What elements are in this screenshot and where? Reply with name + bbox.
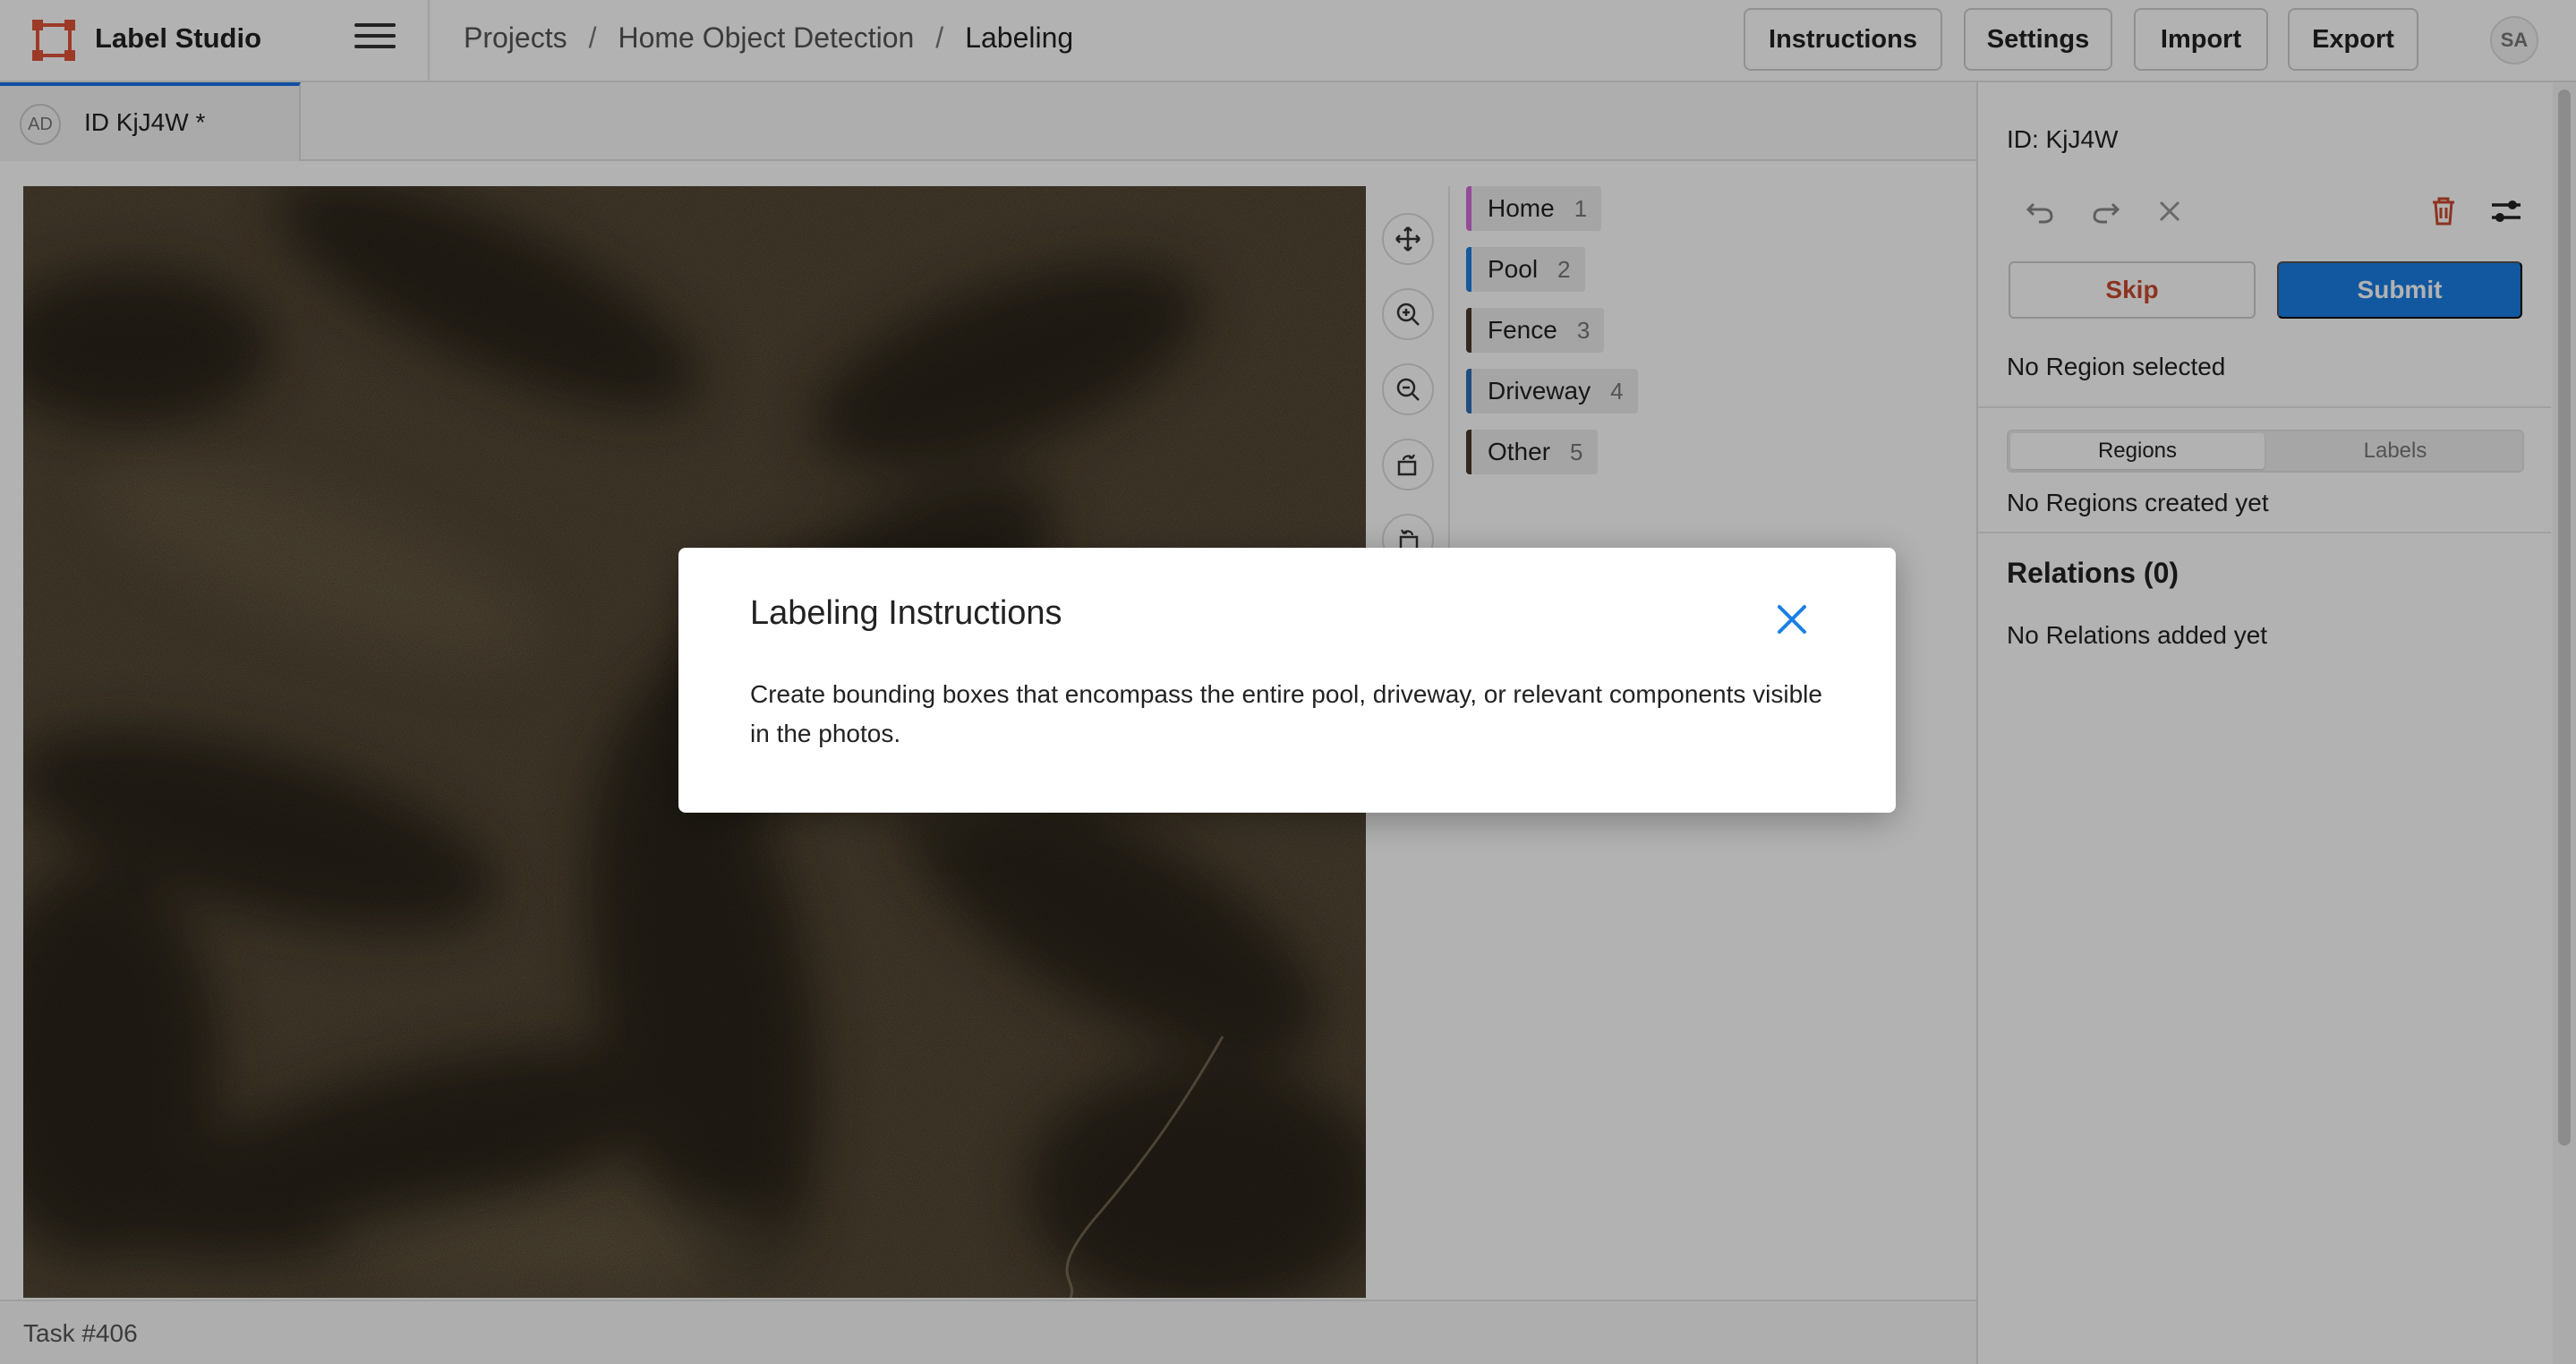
modal-title: Labeling Instructions xyxy=(750,594,1062,632)
instructions-modal: Labeling Instructions Create bounding bo… xyxy=(678,548,1896,813)
modal-body: Create bounding boxes that encompass the… xyxy=(750,680,1822,747)
close-icon[interactable] xyxy=(1767,594,1817,644)
